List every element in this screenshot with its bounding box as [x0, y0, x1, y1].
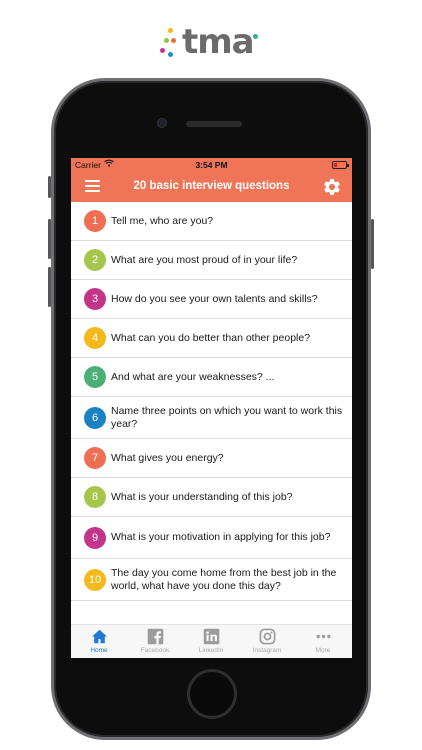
tab-bar: Home Facebook LinkedIn Instagram More	[71, 624, 352, 658]
question-number-badge: 6	[84, 406, 106, 429]
question-row[interactable]: 9 What is your motivation in applying for…	[71, 517, 352, 559]
app-store-screenshot: tma Carrier 3:54 PM 20 basic interview q…	[0, 0, 422, 750]
question-list: 1 Tell me, who are you? 2 What are you most…	[71, 202, 352, 601]
more-icon	[315, 634, 331, 639]
question-number-badge: 4	[84, 327, 106, 349]
tab-more[interactable]: More	[295, 628, 351, 654]
question-text: And what are your weaknesses? ...	[111, 370, 275, 383]
question-text: What is your motivation in applying for …	[111, 531, 331, 543]
status-time: 3:54 PM	[195, 160, 228, 170]
instagram-icon	[259, 628, 275, 645]
status-bar: Carrier 3:54 PM	[71, 158, 352, 172]
navigation-bar: 20 basic interview questions	[71, 172, 352, 202]
tab-linkedin-label: LinkedIn	[198, 647, 224, 654]
tab-instagram[interactable]: Instagram	[239, 628, 295, 654]
tab-instagram-label: Instagram	[252, 647, 282, 654]
question-row[interactable]: 4 What can you do better than other peopl…	[71, 319, 352, 358]
hamburger-menu-icon[interactable]	[85, 180, 100, 193]
battery-icon	[332, 161, 349, 169]
question-text: Name three points on which you want to w…	[111, 404, 343, 430]
linkedin-icon	[203, 628, 219, 645]
app-screen: Carrier 3:54 PM 20 basic interview quest…	[71, 158, 352, 658]
question-row[interactable]: 6 Name three points on which you want to …	[71, 397, 352, 439]
home-button[interactable]	[187, 669, 237, 719]
question-number-badge: 1	[84, 210, 106, 232]
question-row[interactable]: 3 How do you see your own talents and ski…	[71, 280, 352, 319]
question-number-badge: 10	[84, 568, 106, 591]
front-camera	[157, 118, 167, 128]
logo-text: tma	[182, 22, 255, 62]
question-row[interactable]: 8 What is your understanding of this job?	[71, 478, 352, 517]
home-icon	[91, 629, 107, 644]
tab-more-label: More	[315, 647, 331, 654]
tab-facebook-label: Facebook	[140, 647, 170, 654]
question-text: How do you see your own talents and skil…	[111, 292, 318, 305]
settings-gear-icon[interactable]	[322, 177, 342, 197]
question-row[interactable]: 10 The day you come home from the best jo…	[71, 559, 352, 601]
earpiece-speaker	[186, 121, 242, 127]
question-row[interactable]: 7 What gives you energy?	[71, 439, 352, 478]
question-row[interactable]: 5 And what are your weaknesses? ...	[71, 358, 352, 397]
question-text: What are you most proud of in your life?	[111, 253, 298, 266]
question-number-badge: 8	[84, 486, 106, 508]
tab-facebook[interactable]: Facebook	[127, 628, 183, 654]
question-number-badge: 3	[84, 288, 106, 310]
phone-frame: Carrier 3:54 PM 20 basic interview quest…	[48, 78, 374, 740]
page-title: 20 basic interview questions	[133, 180, 290, 192]
question-text: What is your understanding of this job?	[111, 490, 293, 503]
tma-logo: tma	[160, 22, 270, 66]
question-row[interactable]: 1 Tell me, who are you?	[71, 202, 352, 241]
question-text: What can you do better than other people…	[111, 331, 311, 344]
tab-linkedin[interactable]: LinkedIn	[183, 628, 239, 654]
question-number-badge: 2	[84, 249, 106, 271]
facebook-icon	[147, 628, 163, 645]
question-text: The day you come home from the best job …	[111, 566, 337, 592]
question-number-badge: 7	[84, 447, 106, 469]
question-number-badge: 5	[84, 366, 106, 388]
tab-home-label: Home	[90, 647, 108, 654]
question-number-badge: 9	[84, 526, 106, 549]
question-text: Tell me, who are you?	[111, 214, 214, 227]
tab-home[interactable]: Home	[71, 628, 127, 654]
question-text: What gives you energy?	[111, 451, 224, 464]
question-row[interactable]: 2 What are you most proud of in your life…	[71, 241, 352, 280]
